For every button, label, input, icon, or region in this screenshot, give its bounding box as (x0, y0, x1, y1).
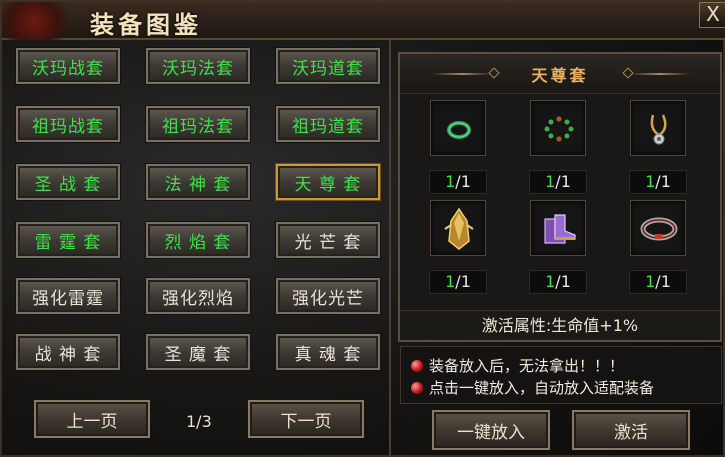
golden-helmet-icon (444, 207, 474, 250)
bead-bracelet-icon (544, 116, 574, 142)
set-button[interactable]: 雷 霆 套 (16, 222, 120, 258)
slot-count: 1/1 (629, 270, 687, 294)
auto-fill-button[interactable]: 一键放入 (432, 410, 550, 450)
red-gem-icon (411, 360, 423, 372)
equipment-slot-necklace[interactable] (630, 100, 686, 156)
set-button[interactable]: 强化雷霆 (16, 278, 120, 314)
set-button[interactable]: 祖玛道套 (276, 106, 380, 142)
set-list-panel: 沃玛战套 沃玛法套 沃玛道套祖玛战套 祖玛法套 祖玛道套圣 战 套法 神 套天 尊 套雷… (6, 40, 391, 457)
set-button[interactable]: 沃玛道套 (276, 48, 380, 84)
set-button[interactable]: 法 神 套 (146, 164, 250, 200)
set-button[interactable]: 沃玛战套 (16, 48, 120, 84)
notice-line: 装备放入后，无法拿出！！！ (411, 355, 624, 376)
notice-line: 点击一键放入，自动放入适配装备 (411, 377, 654, 398)
set-button[interactable]: 强化烈焰 (146, 278, 250, 314)
jade-ring-icon (447, 121, 471, 139)
equipment-slot-bracelet[interactable] (530, 100, 586, 156)
notice-box: 装备放入后，无法拿出！！！ 点击一键放入，自动放入适配装备 (400, 346, 722, 404)
equipment-slot-ring[interactable] (430, 100, 486, 156)
activate-button[interactable]: 激活 (572, 410, 690, 450)
prev-page-button[interactable]: 上一页 (34, 400, 150, 438)
close-button[interactable]: X (699, 2, 725, 28)
slot-count: 1/1 (429, 270, 487, 294)
equipment-slot-belt[interactable] (630, 200, 686, 256)
ornament-right (630, 73, 690, 75)
page-indicator: 1/3 (186, 412, 212, 431)
red-gem-icon (411, 382, 423, 394)
set-button[interactable]: 天 尊 套 (276, 164, 380, 200)
set-button[interactable]: 祖玛法套 (146, 106, 250, 142)
window-title: 装备图鉴 (90, 10, 202, 39)
set-button[interactable]: 沃玛法套 (146, 48, 250, 84)
set-button[interactable]: 强化光芒 (276, 278, 380, 314)
set-detail-panel: 天尊套 1/1 1/1 1/1 1/1 1/1 1/1 激活属性:生命值+1% … (394, 40, 725, 457)
activation-attribute: 激活属性:生命值+1% (400, 310, 720, 340)
title-bar: 装备图鉴 X (2, 2, 725, 40)
equipment-codex-window: 装备图鉴 X 沃玛战套 沃玛法套 沃玛道套祖玛战套 祖玛法套 祖玛道套圣 战 套法 神 … (0, 0, 725, 457)
slot-count: 1/1 (629, 170, 687, 194)
slot-count: 1/1 (429, 170, 487, 194)
set-button[interactable]: 烈 焰 套 (146, 222, 250, 258)
set-button[interactable]: 真 魂 套 (276, 334, 380, 370)
gold-necklace-icon (650, 114, 667, 145)
set-button[interactable]: 祖玛战套 (16, 106, 120, 142)
set-button[interactable]: 圣 战 套 (16, 164, 120, 200)
dragon-emblem-icon (2, 2, 82, 40)
set-button[interactable]: 光 芒 套 (276, 222, 380, 258)
set-button[interactable]: 圣 魔 套 (146, 334, 250, 370)
slot-count: 1/1 (529, 270, 587, 294)
set-detail-frame: 天尊套 1/1 1/1 1/1 1/1 1/1 1/1 激活属性:生命值+1% (398, 52, 722, 342)
equipment-slot-boots[interactable] (530, 200, 586, 256)
equipment-slot-helmet[interactable] (430, 200, 486, 256)
purple-boots-icon (544, 214, 576, 244)
next-page-button[interactable]: 下一页 (248, 400, 364, 438)
set-button[interactable]: 战 神 套 (16, 334, 120, 370)
set-header: 天尊套 (400, 54, 720, 94)
slot-count: 1/1 (529, 170, 587, 194)
steel-belt-icon (640, 217, 678, 241)
